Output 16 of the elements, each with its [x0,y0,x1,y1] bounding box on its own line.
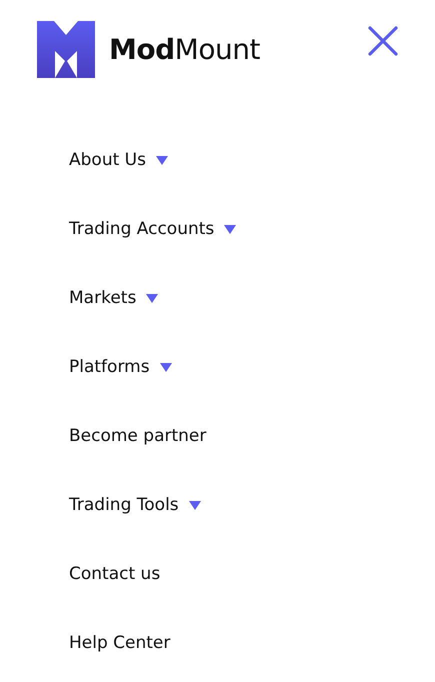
caret-icon [160,363,172,372]
menu-item[interactable]: Platforms [69,355,172,380]
menu-item[interactable]: Trading Accounts [69,217,236,242]
menu-item[interactable]: About Us [69,148,168,173]
caret-icon [156,156,168,165]
logo-text: ModMount [109,32,260,66]
close-button[interactable] [367,25,399,57]
logo-icon [37,20,95,78]
menu-item[interactable]: Markets [69,286,158,311]
menu-item[interactable]: Contact us [69,562,160,587]
caret-icon [146,294,158,303]
caret-icon [188,501,201,510]
caret-icon [224,225,236,234]
menu-item[interactable]: Trading Tools [69,493,201,518]
menu-item[interactable]: Become partner [69,424,206,449]
menu-item[interactable]: Help Center [69,631,170,656]
